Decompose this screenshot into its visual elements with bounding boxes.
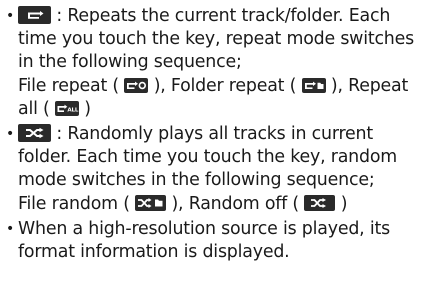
list-item-repeat: • : Repeats the current track/folder. Ea… bbox=[6, 5, 421, 121]
list-item-high-resolution: • When a high-resolution source is playe… bbox=[6, 218, 421, 264]
text-line: : Randomly plays all tracks in current bbox=[18, 123, 421, 146]
text-segment: ) bbox=[84, 98, 91, 119]
text-line: time you touch the key, repeat mode swit… bbox=[18, 29, 414, 50]
text-line: When a high-resolution source is played,… bbox=[18, 218, 390, 239]
repeat-all-icon: ALL bbox=[54, 100, 79, 116]
text-line: folder. Each time you touch the key, ran… bbox=[18, 147, 398, 168]
text-segment: ), Random off ( bbox=[171, 193, 300, 214]
text-segment: File random ( bbox=[18, 193, 130, 214]
text-segment: ) bbox=[340, 193, 348, 214]
text-line: in the following sequence; bbox=[18, 52, 242, 73]
bullet: • bbox=[6, 8, 15, 24]
text-line: mode switches in the following sequence; bbox=[18, 170, 375, 191]
instruction-list: • : Repeats the current track/folder. Ea… bbox=[0, 0, 425, 291]
repeat-description: : Repeats the current track/folder. Each bbox=[51, 6, 391, 26]
text-line: File repeat ( ), Folder repeat ( ), Repe… bbox=[18, 75, 421, 98]
text-segment: ), Folder repeat ( bbox=[153, 75, 297, 96]
repeat-all-label: ALL bbox=[67, 107, 78, 113]
text-line: File random ( ), Random off ( ) bbox=[18, 193, 421, 216]
bullet: • bbox=[6, 126, 15, 143]
repeat-file-icon bbox=[124, 77, 149, 93]
list-item-random: • : Randomly plays all tracks in current… bbox=[6, 123, 421, 216]
shuffle-icon bbox=[18, 124, 51, 143]
random-description: : Randomly plays all tracks in current bbox=[51, 124, 373, 145]
repeat-folder-icon bbox=[301, 77, 326, 93]
text-segment: ), Repeat bbox=[330, 75, 409, 96]
text-line: format information is displayed. bbox=[18, 242, 290, 263]
text-line: all ( ALL ) bbox=[18, 98, 421, 121]
bullet: • bbox=[6, 220, 15, 237]
text-line: : Repeats the current track/folder. Each bbox=[18, 5, 421, 28]
text-segment: File repeat ( bbox=[18, 75, 120, 96]
text-segment: all ( bbox=[18, 98, 50, 119]
shuffle-off-icon bbox=[304, 194, 336, 211]
repeat-icon bbox=[18, 6, 51, 24]
shuffle-folder-icon bbox=[135, 194, 167, 211]
